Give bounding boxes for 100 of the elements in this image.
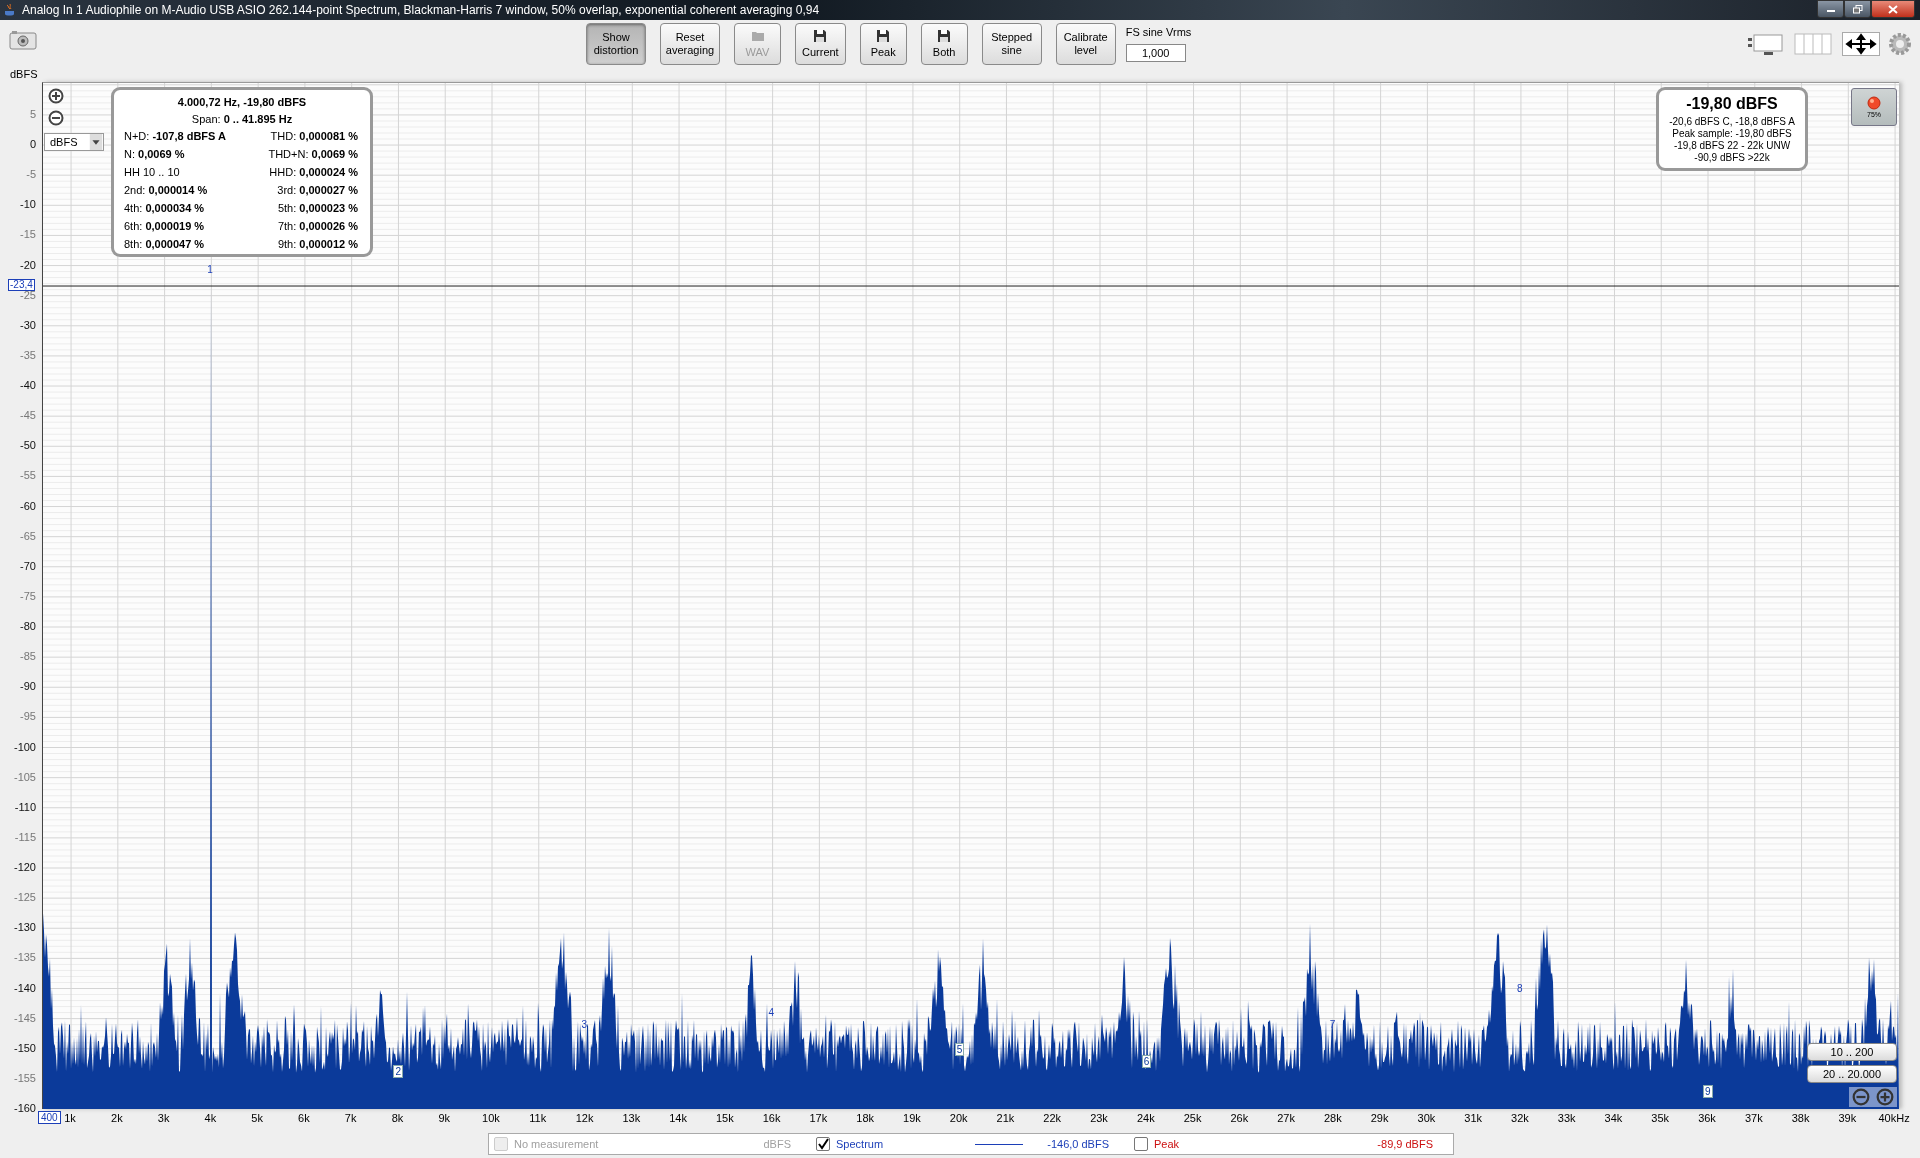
x-axis-label: 19k — [903, 1112, 921, 1124]
x-axis-label: 23k — [1090, 1112, 1108, 1124]
x-axis-label: 13k — [622, 1112, 641, 1124]
distortion-value: 4th: 0,000034 % — [123, 202, 205, 214]
x-axis-label: 36k — [1698, 1112, 1716, 1124]
y-axis-label: -85 — [20, 649, 36, 664]
x-axis-label: 34k — [1604, 1112, 1623, 1124]
x-axis-label: 15k — [715, 1112, 734, 1124]
fundamental-readout: 4.000,72 Hz, -19,80 dBFS — [177, 96, 307, 108]
x-axis-label: 10k — [482, 1112, 500, 1124]
level-detail: Peak sample: -19,80 dBFS — [1672, 128, 1792, 139]
range-button[interactable]: 20 .. 20.000 — [1807, 1065, 1897, 1083]
level-detail: -90,9 dBFS >22k — [1694, 152, 1770, 163]
legend-label: Peak — [1154, 1138, 1181, 1150]
distortion-value: HHD: 0,000024 % — [269, 166, 359, 178]
harmonic-marker: 8 — [1515, 982, 1524, 994]
x-axis-label: 40kHz — [1878, 1112, 1910, 1124]
distortion-value: HH 10 .. 10 — [123, 166, 180, 178]
x-axis-label: 26k — [1230, 1112, 1249, 1124]
harmonic-marker: 5 — [954, 1042, 965, 1056]
legend-value: -89,9 dBFS — [1377, 1138, 1433, 1150]
camera-icon[interactable] — [9, 30, 37, 50]
harmonic-marker: 2 — [393, 1065, 403, 1079]
distortion-value: 2nd: 0,000014 % — [123, 184, 208, 196]
maximize-button[interactable] — [1844, 0, 1871, 18]
harmonic-marker: 3 — [580, 1018, 589, 1030]
x-axis-label: 14k — [669, 1112, 687, 1124]
y-axis-label: -135 — [13, 950, 36, 965]
y-axis-label: -5 — [26, 167, 36, 182]
level-detail: -19,8 dBFS 22 - 22k UNW — [1673, 140, 1791, 151]
harmonic-marker: 1 — [206, 264, 214, 276]
move-arrows-icon[interactable] — [1842, 32, 1880, 56]
y-axis-label: -95 — [20, 709, 36, 724]
save-icon — [814, 29, 827, 42]
zoom-in-icon[interactable] — [48, 88, 64, 104]
y-axis-label: -70 — [20, 558, 36, 573]
y-axis-label: -125 — [13, 890, 36, 905]
y-axis-label: -55 — [20, 468, 36, 483]
line-sample — [975, 1143, 1024, 1145]
zoom-in-icon[interactable] — [1876, 1088, 1894, 1106]
x-axis-label: 21k — [996, 1112, 1015, 1124]
distortion-value: THD: 0,000081 % — [270, 130, 359, 142]
minimize-button[interactable] — [1817, 0, 1844, 18]
toolbar-button[interactable]: Both — [920, 23, 968, 65]
toolbar-button[interactable]: Reset averaging — [660, 23, 720, 65]
x-axis-label: 7k — [344, 1112, 357, 1124]
x-axis-label: 8k — [391, 1112, 404, 1124]
toolbar-button[interactable]: Peak — [859, 23, 907, 65]
x-axis-label: 22k — [1043, 1112, 1062, 1124]
zoom-out-icon[interactable] — [48, 110, 64, 126]
x-axis-label: 38k — [1791, 1112, 1810, 1124]
toolbar-button[interactable]: Calibrate level — [1055, 23, 1116, 65]
y-axis-label: -65 — [20, 528, 36, 543]
y-axis-label: -50 — [20, 438, 36, 453]
distortion-value: 9th: 0,000012 % — [277, 238, 359, 250]
x-axis-label: 32k — [1511, 1112, 1529, 1124]
x-axis-label: 18k — [856, 1112, 874, 1124]
y-axis-label: -160 — [13, 1101, 36, 1115]
toolbar-button[interactable]: Stepped sine — [981, 23, 1042, 65]
x-axis-label: 2k — [111, 1112, 123, 1124]
y-axis-label: -155 — [13, 1070, 36, 1085]
y-axis-label: -35 — [20, 347, 36, 362]
x-axis-label: 1k — [64, 1112, 76, 1124]
x-axis-label: 25k — [1183, 1112, 1202, 1124]
y-axis-label: -145 — [13, 1010, 36, 1025]
fs-vrms-label: FS sine Vrms — [1125, 26, 1192, 38]
y-axis-label: -130 — [13, 920, 36, 935]
y-axis-label: -20 — [20, 257, 36, 272]
distortion-value: N+D: -107,8 dBFS A — [123, 130, 226, 142]
caret-icon — [89, 134, 103, 150]
y-axis-label: -120 — [13, 860, 36, 874]
harmonic-marker: 6 — [1141, 1054, 1152, 1068]
y-axis-label: -45 — [20, 408, 36, 423]
y-axis-label: -105 — [13, 769, 36, 784]
x-axis-label: 27k — [1277, 1112, 1295, 1124]
y-axis-label: -80 — [20, 619, 36, 633]
harmonic-marker: 7 — [1328, 1018, 1337, 1030]
legend-value: -146,0 dBFS — [1047, 1138, 1109, 1150]
x-axis-label: 4k — [204, 1112, 217, 1124]
legend-checkbox[interactable] — [1134, 1137, 1148, 1151]
toolbar-button[interactable]: Show distortion — [586, 23, 646, 65]
toolbar-button[interactable]: Current — [795, 23, 846, 65]
y-axis-label: -10 — [20, 197, 36, 212]
layout-icon[interactable] — [1746, 33, 1786, 55]
x-axis-label: 5k — [251, 1112, 263, 1124]
fs-vrms-field[interactable]: 1,000 — [1125, 44, 1186, 62]
x-axis-label: 39k — [1838, 1112, 1857, 1124]
legend-checkbox[interactable] — [816, 1137, 830, 1151]
harmonic-marker: 9 — [1703, 1084, 1713, 1098]
zoom-out-icon[interactable] — [1852, 1088, 1870, 1106]
legend-label: Spectrum — [836, 1138, 885, 1150]
unit-dropdown[interactable]: dBFS — [44, 133, 104, 151]
close-button[interactable] — [1871, 0, 1915, 18]
cursor-readout: -23,4 — [8, 279, 35, 291]
y-axis-label: -115 — [14, 829, 36, 844]
y-axis-label: -150 — [13, 1040, 36, 1055]
range-button[interactable]: 10 .. 200 — [1807, 1043, 1897, 1061]
level-led-icon — [1867, 96, 1881, 110]
x-axis-label: 30k — [1417, 1112, 1436, 1124]
x-axis-label: 20k — [949, 1112, 968, 1124]
